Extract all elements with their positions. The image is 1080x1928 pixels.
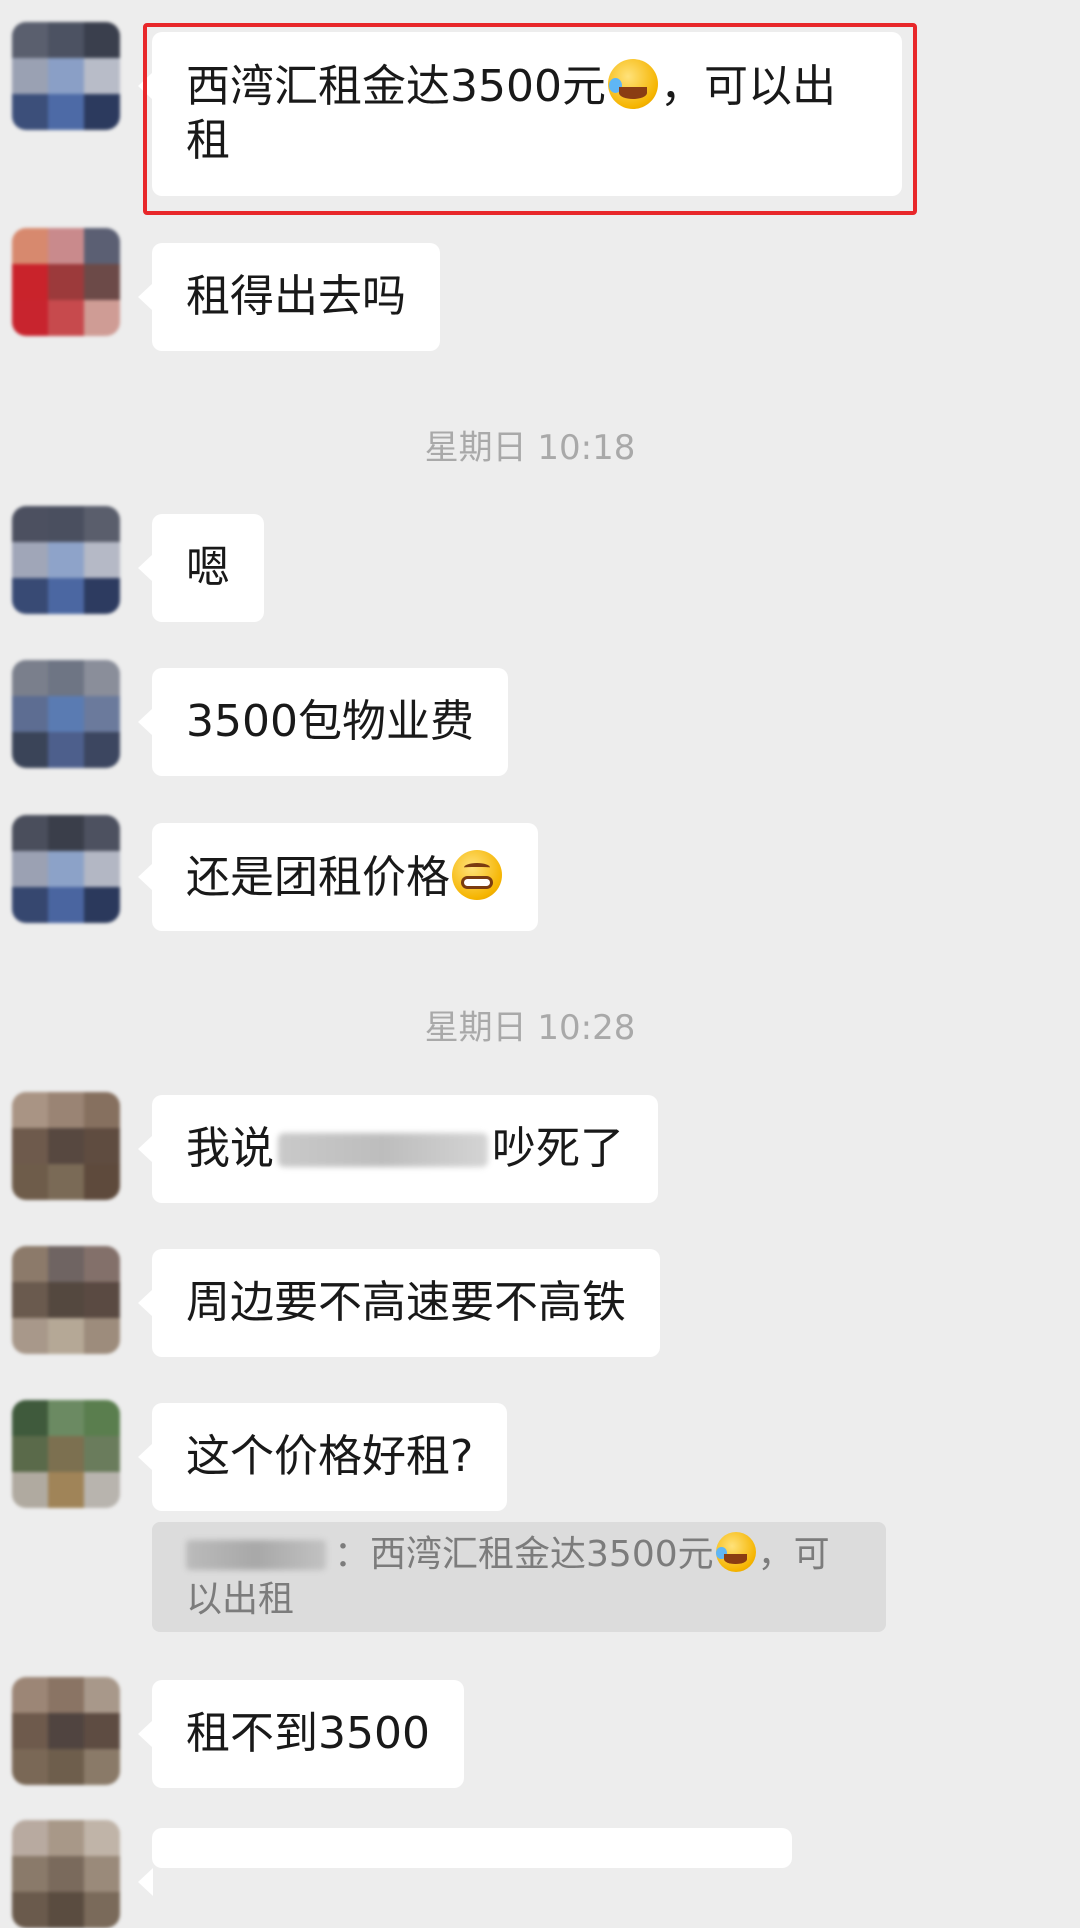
message-bubble[interactable]: 3500包物业费 bbox=[138, 668, 508, 776]
message-bubble[interactable]: 周边要不高速要不高铁 bbox=[138, 1249, 660, 1357]
message-bubble[interactable]: 这个价格好租? bbox=[137, 1403, 508, 1511]
avatar[interactable] bbox=[12, 1246, 120, 1354]
redacted-text bbox=[278, 1133, 488, 1167]
message-text: 租不到3500 bbox=[186, 1708, 430, 1759]
message-bubble[interactable]: 嗯 bbox=[138, 514, 264, 622]
message-bubble[interactable]: 租不到3500 bbox=[138, 1680, 464, 1788]
quoted-message[interactable]: ：西湾汇租金达3500元 ，可以出租 bbox=[152, 1522, 886, 1632]
message-bubble[interactable]: 还是团租价格 bbox=[138, 823, 538, 931]
avatar[interactable] bbox=[12, 1092, 120, 1200]
avatar[interactable] bbox=[12, 1820, 120, 1928]
avatar[interactable] bbox=[12, 660, 120, 768]
message-text: 周边要不高速要不高铁 bbox=[186, 1277, 626, 1328]
message-bubble[interactable]: 我说 吵死了 bbox=[138, 1095, 658, 1203]
avatar[interactable] bbox=[12, 22, 120, 130]
message-text: 3500包物业费 bbox=[186, 696, 474, 747]
avatar[interactable] bbox=[12, 1677, 120, 1785]
avatar[interactable] bbox=[12, 506, 120, 614]
message-text: 租得出去吗 bbox=[186, 271, 406, 322]
quote-separator: ： bbox=[334, 1534, 371, 1575]
highlight-box bbox=[143, 23, 917, 215]
message-text: 我说 bbox=[186, 1123, 274, 1174]
avatar[interactable] bbox=[12, 228, 120, 336]
timestamp: 星期日 10:28 bbox=[424, 1008, 636, 1048]
message-text: 还是团租价格 bbox=[186, 852, 450, 903]
message-bubble-partial[interactable] bbox=[138, 1828, 792, 1896]
avatar[interactable] bbox=[12, 815, 120, 923]
message-text: 吵死了 bbox=[492, 1123, 624, 1174]
laughing-crying-emoji-icon bbox=[715, 1532, 756, 1572]
grinning-emoji-icon bbox=[452, 850, 502, 900]
avatar[interactable] bbox=[12, 1400, 120, 1508]
timestamp: 星期日 10:18 bbox=[424, 428, 636, 468]
quote-text: 西湾汇租金达3500元 bbox=[370, 1534, 714, 1575]
message-bubble[interactable]: 租得出去吗 bbox=[138, 243, 440, 351]
message-text: 这个价格好租? bbox=[186, 1431, 474, 1482]
message-text: 嗯 bbox=[186, 542, 230, 593]
redacted-sender-name bbox=[186, 1540, 326, 1570]
